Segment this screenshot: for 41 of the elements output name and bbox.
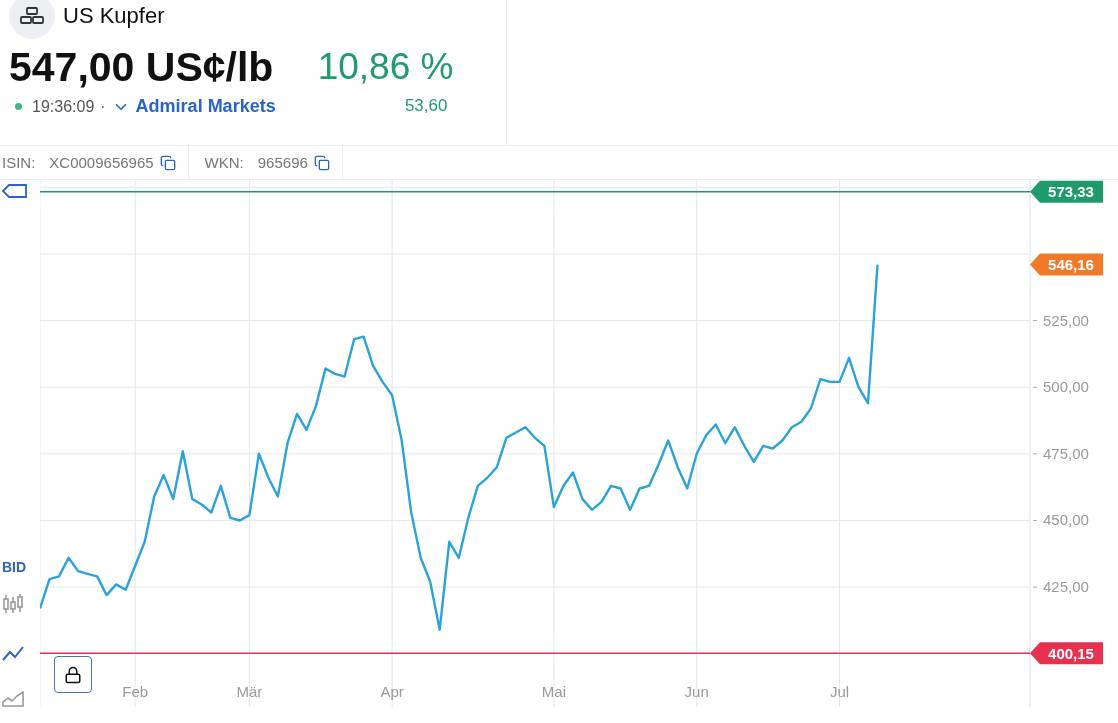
price: 547,00 US¢/lb [9,44,275,90]
copy-button[interactable] [313,154,330,171]
price-type-button[interactable]: BID [2,559,27,575]
x-axis-label: Apr [380,683,404,700]
x-axis-label: Jul [829,683,850,700]
x-axis-label: Mai [541,683,567,700]
identifier-value: 965696 [257,154,308,171]
price-tag-icon[interactable] [2,184,28,198]
price-tag: 573,33 [1030,180,1103,203]
y-axis-label: 475,00 [1043,444,1089,462]
exchange-link[interactable]: Admiral Markets [111,96,276,117]
price-tag: 400,15 [1030,642,1103,665]
chart-type-button[interactable] [2,645,24,661]
chart-type-button[interactable] [2,593,24,615]
x-axis-label: Feb [122,683,149,700]
line-chart-icon [2,645,24,661]
x-axis-label: Jun [684,683,709,700]
x-axis-label: Mär [236,683,263,700]
separator: · [100,97,106,116]
y-axis-label: 500,00 [1043,378,1089,396]
ref-line-label: 573,33 [1048,183,1094,201]
change-absolute: 53,60 [404,96,449,117]
chart-type-button[interactable] [2,691,24,707]
y-axis-label: 525,00 [1043,311,1089,329]
y-axis-label: 425,00 [1043,578,1089,596]
y-axis-label: 450,00 [1043,511,1089,529]
lock-icon [64,665,82,684]
lock-button[interactable] [54,656,92,693]
bars-icon [19,6,45,26]
instrument-name: US Kupfer [63,3,165,29]
live-dot-icon [15,103,22,110]
identifier-label: WKN: [204,154,244,171]
ref-line-label: 400,15 [1048,644,1094,662]
area-chart-icon [2,691,24,707]
identifier-label: ISIN: [2,154,36,171]
time: 19:36:09 [32,97,95,116]
candlestick-icon [2,593,24,615]
identifier-value: XC0009656965 [49,154,154,171]
change-percent: 10,86 % [317,45,454,89]
last-price-tag: 546,16 [1030,253,1103,276]
copy-button[interactable] [159,154,176,171]
